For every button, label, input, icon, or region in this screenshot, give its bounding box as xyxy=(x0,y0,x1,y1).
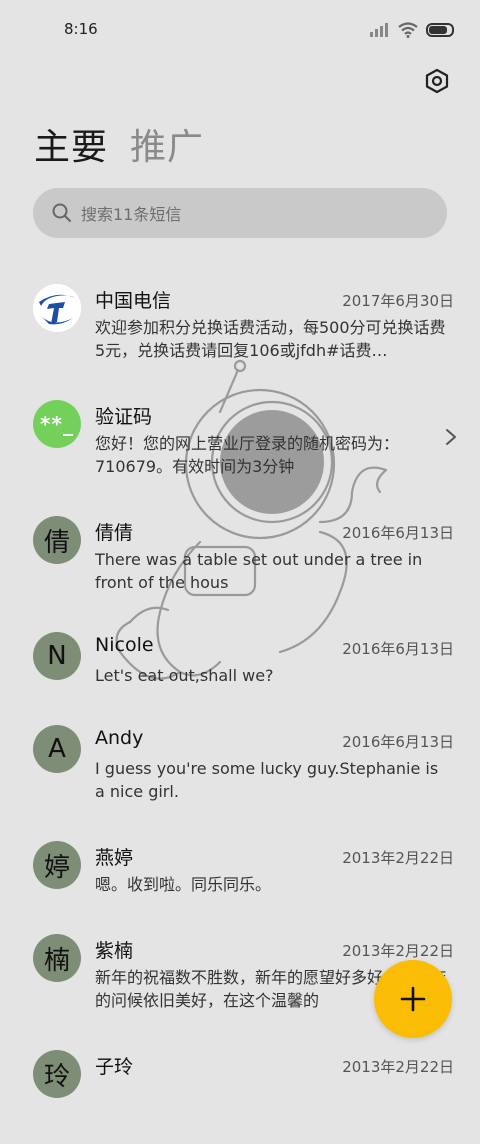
conversation-row[interactable]: 玲 子玲 2013年2月22日 xyxy=(0,1034,480,1144)
conversation-date: 2016年6月13日 xyxy=(342,640,454,658)
settings-icon xyxy=(425,68,449,94)
chevron-right-icon[interactable] xyxy=(444,427,458,447)
status-icons xyxy=(370,22,454,38)
conversation-name: 中国电信 xyxy=(95,290,172,312)
wifi-icon xyxy=(398,22,418,38)
conversation-date: 2016年6月13日 xyxy=(342,733,454,751)
conversation-name: 燕婷 xyxy=(95,847,134,869)
battery-fill xyxy=(429,26,447,34)
contact-avatar: N xyxy=(33,632,81,680)
conversation-date: 2013年2月22日 xyxy=(342,942,454,960)
conversation-name: 紫楠 xyxy=(95,940,134,962)
conversation-name: 验证码 xyxy=(95,406,153,428)
conversation-preview: 嗯。收到啦。同乐同乐。 xyxy=(95,875,272,894)
battery-icon xyxy=(426,23,454,37)
conversation-date: 2017年6月30日 xyxy=(342,292,454,310)
status-time: 8:16 xyxy=(64,20,98,38)
new-message-button[interactable] xyxy=(374,960,452,1038)
china-telecom-logo xyxy=(33,284,81,332)
conversation-row[interactable]: 中国电信 2017年6月30日 欢迎参加积分兑换话费活动，每500分可兑换话费5… xyxy=(0,268,480,378)
conversation-date: 2013年2月22日 xyxy=(342,1058,454,1076)
contact-avatar: 楠 xyxy=(33,934,81,982)
conversation-date: 2013年2月22日 xyxy=(342,849,454,867)
conversation-date: 2016年6月13日 xyxy=(342,524,454,542)
conversation-name: 倩倩 xyxy=(95,522,134,544)
plus-icon xyxy=(400,986,426,1012)
tab-promotions[interactable]: 推广 xyxy=(130,118,204,170)
signal-icon xyxy=(370,23,388,37)
tab-bar: 主要 推广 xyxy=(34,118,204,170)
verification-avatar: **_ xyxy=(33,400,81,448)
search-input[interactable]: 搜索11条短信 xyxy=(81,201,181,225)
settings-button[interactable] xyxy=(420,64,454,98)
conversation-preview: 欢迎参加积分兑换话费活动，每500分可兑换话费5元，兑换话费请回复106或jfd… xyxy=(95,318,446,360)
conversation-row[interactable]: A Andy 2016年6月13日 I guess you're some lu… xyxy=(0,709,480,819)
search-bar[interactable]: 搜索11条短信 xyxy=(33,188,447,238)
conversation-preview: 您好！您的网上营业厅登录的随机密码为：710679。有效时间为3分钟 xyxy=(95,434,400,476)
conversation-preview: Let's eat out,shall we? xyxy=(95,666,274,685)
search-icon xyxy=(51,202,73,224)
conversation-name: Nicole xyxy=(95,634,154,656)
tab-primary[interactable]: 主要 xyxy=(34,118,108,170)
conversation-preview: I guess you're some lucky guy.Stephanie … xyxy=(95,759,439,801)
contact-avatar: 婷 xyxy=(33,841,81,889)
status-bar: 8:16 xyxy=(0,0,480,62)
conversation-preview: There was a table set out under a tree i… xyxy=(95,550,423,592)
conversation-name: Andy xyxy=(95,727,144,749)
contact-avatar: A xyxy=(33,725,81,773)
contact-avatar: 倩 xyxy=(33,516,81,564)
conversation-row[interactable]: 倩 倩倩 2016年6月13日 There was a table set ou… xyxy=(0,500,480,610)
conversation-row[interactable]: **_ 验证码 您好！您的网上营业厅登录的随机密码为：710679。有效时间为3… xyxy=(0,384,480,494)
contact-avatar: 玲 xyxy=(33,1050,81,1098)
